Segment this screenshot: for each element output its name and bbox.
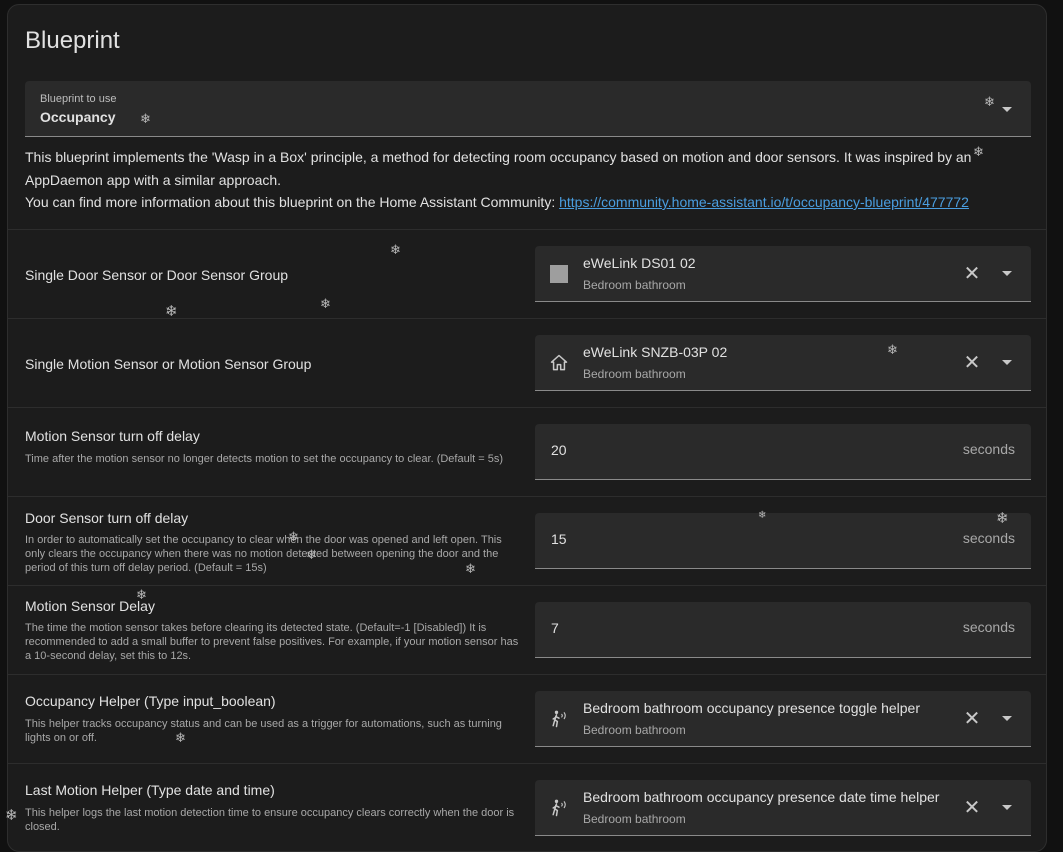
entity-name: Bedroom bathroom occupancy presence date… <box>583 789 940 805</box>
entity-area: Bedroom bathroom <box>583 812 686 826</box>
description-text: This blueprint implements the 'Wasp in a… <box>25 149 972 188</box>
door-sensor-entity-picker[interactable]: eWeLink DS01 02 Bedroom bathroom ✕ <box>535 246 1031 302</box>
input-row-motion-delay: Motion Sensor Delay The time the motion … <box>8 585 1046 674</box>
chevron-down-icon[interactable] <box>1002 716 1012 721</box>
motion-delay-field[interactable]: 7 seconds <box>535 602 1031 658</box>
home-icon <box>549 353 569 373</box>
chevron-down-icon[interactable] <box>1002 271 1012 276</box>
blueprint-select-value: Occupancy <box>40 109 116 125</box>
input-help: This helper logs the last motion detecti… <box>25 807 515 833</box>
motion-sensor-icon <box>549 798 569 818</box>
community-link[interactable]: https://community.home-assistant.io/t/oc… <box>559 194 969 210</box>
input-name: Occupancy Helper (Type input_boolean) <box>25 693 276 709</box>
input-row-door-off-delay: Door Sensor turn off delay In order to a… <box>8 496 1046 585</box>
blueprint-select[interactable]: Blueprint to use Occupancy <box>25 81 1031 137</box>
entity-name: eWeLink SNZB-03P 02 <box>583 344 728 360</box>
entity-area: Bedroom bathroom <box>583 278 686 292</box>
entity-name: Bedroom bathroom occupancy presence togg… <box>583 700 920 716</box>
input-name: Single Door Sensor or Door Sensor Group <box>25 267 289 283</box>
input-row-occupancy-helper: Occupancy Helper (Type input_boolean) Th… <box>8 674 1046 763</box>
chevron-down-icon[interactable] <box>1002 360 1012 365</box>
input-name: Single Motion Sensor or Motion Sensor Gr… <box>25 356 312 372</box>
motion-off-delay-field[interactable]: 20 seconds <box>535 424 1031 480</box>
input-row-door-sensor: Single Door Sensor or Door Sensor Group … <box>8 229 1046 318</box>
close-icon[interactable]: ✕ <box>961 351 983 374</box>
entity-area: Bedroom bathroom <box>583 723 686 737</box>
input-help: Time after the motion sensor no longer d… <box>25 453 504 465</box>
input-help: This helper tracks occupancy status and … <box>25 718 502 744</box>
door-off-delay-field[interactable]: 15 seconds <box>535 513 1031 569</box>
entity-name: eWeLink DS01 02 <box>583 255 696 271</box>
chevron-down-icon <box>1002 107 1012 112</box>
close-icon[interactable]: ✕ <box>961 796 983 819</box>
description-info: You can find more information about this… <box>25 194 560 210</box>
door-sensor-icon <box>549 264 569 284</box>
input-row-motion-sensor: Single Motion Sensor or Motion Sensor Gr… <box>8 318 1046 407</box>
entity-area: Bedroom bathroom <box>583 367 686 381</box>
last-motion-helper-entity-picker[interactable]: Bedroom bathroom occupancy presence date… <box>535 780 1031 836</box>
input-name: Door Sensor turn off delay <box>25 510 189 526</box>
input-name: Motion Sensor Delay <box>25 598 155 614</box>
input-name: Last Motion Helper (Type date and time) <box>25 782 275 798</box>
chevron-down-icon[interactable] <box>1002 805 1012 810</box>
occupancy-helper-entity-picker[interactable]: Bedroom bathroom occupancy presence togg… <box>535 691 1031 747</box>
input-name: Motion Sensor turn off delay <box>25 428 200 444</box>
input-help: The time the motion sensor takes before … <box>25 622 519 662</box>
motion-sensor-icon <box>549 709 569 729</box>
card-title: Blueprint <box>25 27 120 54</box>
input-row-last-motion-helper: Last Motion Helper (Type date and time) … <box>8 763 1046 851</box>
close-icon[interactable]: ✕ <box>961 262 983 285</box>
input-help: In order to automatically set the occupa… <box>25 534 502 574</box>
blueprint-card: Blueprint Blueprint to use Occupancy Thi… <box>7 4 1047 852</box>
blueprint-description: This blueprint implements the 'Wasp in a… <box>25 146 1031 214</box>
close-icon[interactable]: ✕ <box>961 707 983 730</box>
blueprint-select-label: Blueprint to use <box>40 93 117 105</box>
motion-sensor-entity-picker[interactable]: eWeLink SNZB-03P 02 Bedroom bathroom ✕ <box>535 335 1031 391</box>
input-row-motion-off-delay: Motion Sensor turn off delay Time after … <box>8 407 1046 496</box>
